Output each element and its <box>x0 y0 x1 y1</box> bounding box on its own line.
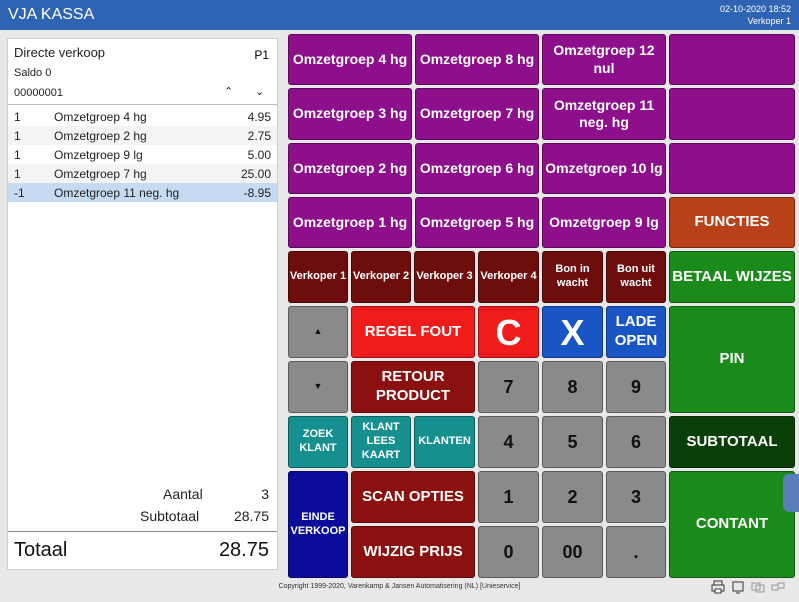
key-2[interactable]: 2 <box>542 471 603 523</box>
line-name: Omzetgroep 7 hg <box>54 167 147 181</box>
sale-lines: 1 Omzetgroep 4 hg 4.95 1 Omzetgroep 2 hg… <box>8 107 277 202</box>
key-00[interactable]: 00 <box>542 526 603 578</box>
empty-purple-button[interactable] <box>669 88 795 140</box>
group-8-button[interactable]: Omzetgroep 8 hg <box>415 34 539 85</box>
group-2-button[interactable]: Omzetgroep 2 hg <box>288 143 412 194</box>
windows-icon[interactable] <box>751 580 765 594</box>
zoek-klant-button[interactable]: ZOEK KLANT <box>288 416 348 468</box>
verkoper-1-button[interactable]: Verkoper 1 <box>288 251 348 303</box>
cancel-x-button[interactable]: X <box>542 306 603 358</box>
line-price: 25.00 <box>240 167 271 181</box>
subtotaal-value: 28.75 <box>233 508 269 524</box>
key-6[interactable]: 6 <box>606 416 666 468</box>
retour-product-button[interactable]: RETOUR PRODUCT <box>351 361 475 413</box>
group-7-button[interactable]: Omzetgroep 7 hg <box>415 88 539 140</box>
betaalwijzes-button[interactable]: BETAAL WIJZES <box>669 251 795 303</box>
sale-mode: Directe verkoop <box>14 45 106 60</box>
saldo: Saldo 0 <box>14 67 52 79</box>
einde-verkoop-button[interactable]: EINDE VERKOOP <box>288 471 348 578</box>
sale-line[interactable]: 1 Omzetgroep 7 hg 25.00 <box>8 164 277 183</box>
wijzig-prijs-button[interactable]: WIJZIG PRIJS <box>351 526 475 578</box>
line-name: Omzetgroep 4 hg <box>54 110 147 124</box>
key-9[interactable]: 9 <box>606 361 666 413</box>
scan-opties-button[interactable]: SCAN OPTIES <box>351 471 475 523</box>
group-9-button[interactable]: Omzetgroep 9 lg <box>542 197 666 248</box>
line-qty: 1 <box>14 110 21 124</box>
line-price: -8.95 <box>243 186 271 200</box>
klant-lees-kaart-button[interactable]: KLANT LEES KAART <box>351 416 411 468</box>
line-qty: 1 <box>14 148 21 162</box>
side-tab-handle[interactable] <box>783 474 799 512</box>
copyright-footer: Copyright 1999-2020, Varenkamp & Jansen … <box>278 583 521 590</box>
group-4-button[interactable]: Omzetgroep 4 hg <box>288 34 412 85</box>
status-icons <box>711 580 785 594</box>
key-8[interactable]: 8 <box>542 361 603 413</box>
datetime-user: 02-10-2020 18:52 Verkoper 1 <box>720 3 791 27</box>
aantal-label: Aantal <box>163 486 203 502</box>
title-bar: VJA KASSA 02-10-2020 18:52 Verkoper 1 <box>0 0 799 30</box>
key-1[interactable]: 1 <box>478 471 539 523</box>
totaal-value: 28.75 <box>218 539 269 561</box>
regel-fout-button[interactable]: REGEL FOUT <box>351 306 475 358</box>
network-icon[interactable] <box>771 580 785 594</box>
key-4[interactable]: 4 <box>478 416 539 468</box>
datetime: 02-10-2020 18:52 <box>719 4 791 14</box>
group-10-button[interactable]: Omzetgroep 10 lg <box>542 143 666 194</box>
sale-line[interactable]: 1 Omzetgroep 2 hg 2.75 <box>8 126 277 145</box>
verkoper-4-button[interactable]: Verkoper 4 <box>478 251 539 303</box>
verkoper-2-button[interactable]: Verkoper 2 <box>351 251 411 303</box>
bon-uit-wacht-button[interactable]: Bon uit wacht <box>606 251 666 303</box>
empty-purple-button[interactable] <box>669 34 795 85</box>
sale-line[interactable]: 1 Omzetgroep 4 hg 4.95 <box>8 107 277 126</box>
printer-icon[interactable] <box>711 580 725 594</box>
group-5-button[interactable]: Omzetgroep 5 hg <box>415 197 539 248</box>
sale-line-selected[interactable]: -1 Omzetgroep 11 neg. hg -8.95 <box>8 183 277 202</box>
subtotaal-label: Subtotaal <box>140 508 200 524</box>
line-qty: 1 <box>14 167 21 181</box>
key-0[interactable]: 0 <box>478 526 539 578</box>
scroll-down-icon[interactable]: ⌄ <box>255 85 264 98</box>
verkoper-3-button[interactable]: Verkoper 3 <box>414 251 475 303</box>
line-price: 2.75 <box>247 129 271 143</box>
key-dot[interactable]: . <box>606 526 666 578</box>
line-qty: -1 <box>14 186 25 200</box>
bon-in-wacht-button[interactable]: Bon in wacht <box>542 251 603 303</box>
arrow-down-button[interactable]: ▼ <box>288 361 348 413</box>
display-icon[interactable] <box>731 580 745 594</box>
current-user: Verkoper 1 <box>747 16 791 26</box>
arrow-up-button[interactable]: ▲ <box>288 306 348 358</box>
line-price: 5.00 <box>247 148 271 162</box>
key-5[interactable]: 5 <box>542 416 603 468</box>
klanten-button[interactable]: KLANTEN <box>414 416 475 468</box>
aantal-value: 3 <box>261 486 269 502</box>
clear-button[interactable]: C <box>478 306 539 358</box>
key-3[interactable]: 3 <box>606 471 666 523</box>
page-indicator: P1 <box>254 48 269 62</box>
lade-open-button[interactable]: LADE OPEN <box>606 306 666 358</box>
group-3-button[interactable]: Omzetgroep 3 hg <box>288 88 412 140</box>
key-7[interactable]: 7 <box>478 361 539 413</box>
pin-button[interactable]: PIN <box>669 306 795 413</box>
divider <box>8 531 277 532</box>
sale-panel: Directe verkoop P1 Saldo 0 00000001 ⌃ ⌄ … <box>7 38 278 570</box>
line-name: Omzetgroep 11 neg. hg <box>54 186 180 200</box>
divider <box>8 104 277 105</box>
sale-line[interactable]: 1 Omzetgroep 9 lg 5.00 <box>8 145 277 164</box>
group-1-button[interactable]: Omzetgroep 1 hg <box>288 197 412 248</box>
functies-button[interactable]: FUNCTIES <box>669 197 795 248</box>
line-name: Omzetgroep 9 lg <box>54 148 143 162</box>
group-6-button[interactable]: Omzetgroep 6 hg <box>415 143 539 194</box>
totaal-label: Totaal <box>14 539 68 561</box>
subtotaal-button[interactable]: SUBTOTAAL <box>669 416 795 468</box>
line-name: Omzetgroep 2 hg <box>54 129 147 143</box>
empty-purple-button[interactable] <box>669 143 795 194</box>
scroll-up-icon[interactable]: ⌃ <box>224 85 233 98</box>
app-title: VJA KASSA <box>8 6 95 23</box>
contant-button[interactable]: CONTANT <box>669 471 795 578</box>
line-price: 4.95 <box>247 110 271 124</box>
group-12-button[interactable]: Omzetgroep 12 nul <box>542 34 666 85</box>
line-qty: 1 <box>14 129 21 143</box>
group-11-button[interactable]: Omzetgroep 11 neg. hg <box>542 88 666 140</box>
sale-number: 00000001 <box>14 87 63 99</box>
